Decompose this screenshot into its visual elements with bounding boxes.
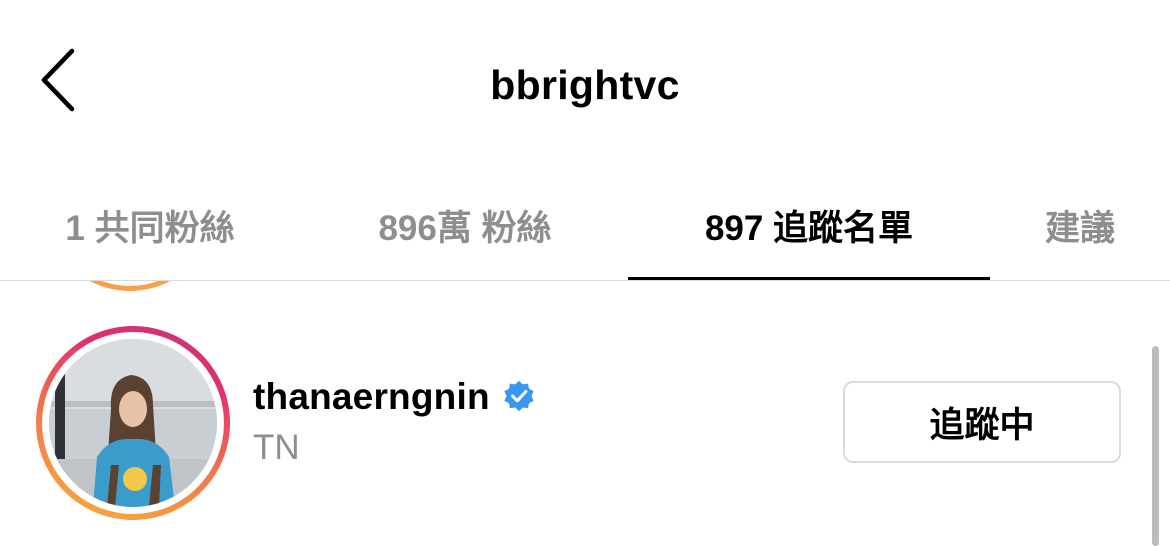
user-info: thanaerngnin TN	[253, 376, 536, 468]
list-item[interactable]: thanaerngnin TN 追蹤中	[0, 326, 1170, 522]
previous-avatar-ring	[40, 281, 220, 291]
story-ring	[36, 326, 230, 520]
following-button[interactable]: 追蹤中	[843, 381, 1121, 463]
avatar[interactable]	[49, 339, 217, 507]
tab-bar: 1 共同粉絲 896萬 粉絲 897 追蹤名單 建議	[0, 170, 1170, 280]
username[interactable]: thanaerngnin	[253, 376, 490, 418]
page-title: bbright​vc	[490, 62, 680, 108]
scrollbar[interactable]	[1152, 346, 1159, 546]
top-bar: bbright​vc	[0, 0, 1170, 170]
tab-followers[interactable]: 896萬 粉絲	[350, 170, 580, 280]
following-list: thanaerngnin TN 追蹤中	[0, 281, 1170, 546]
tab-mutual-followers[interactable]: 1 共同粉絲	[40, 170, 260, 280]
tab-suggested[interactable]: 建議	[1030, 170, 1130, 280]
full-name: TN	[253, 428, 300, 467]
tab-following[interactable]: 897 追蹤名單	[628, 170, 990, 280]
verified-badge-icon	[504, 380, 534, 412]
